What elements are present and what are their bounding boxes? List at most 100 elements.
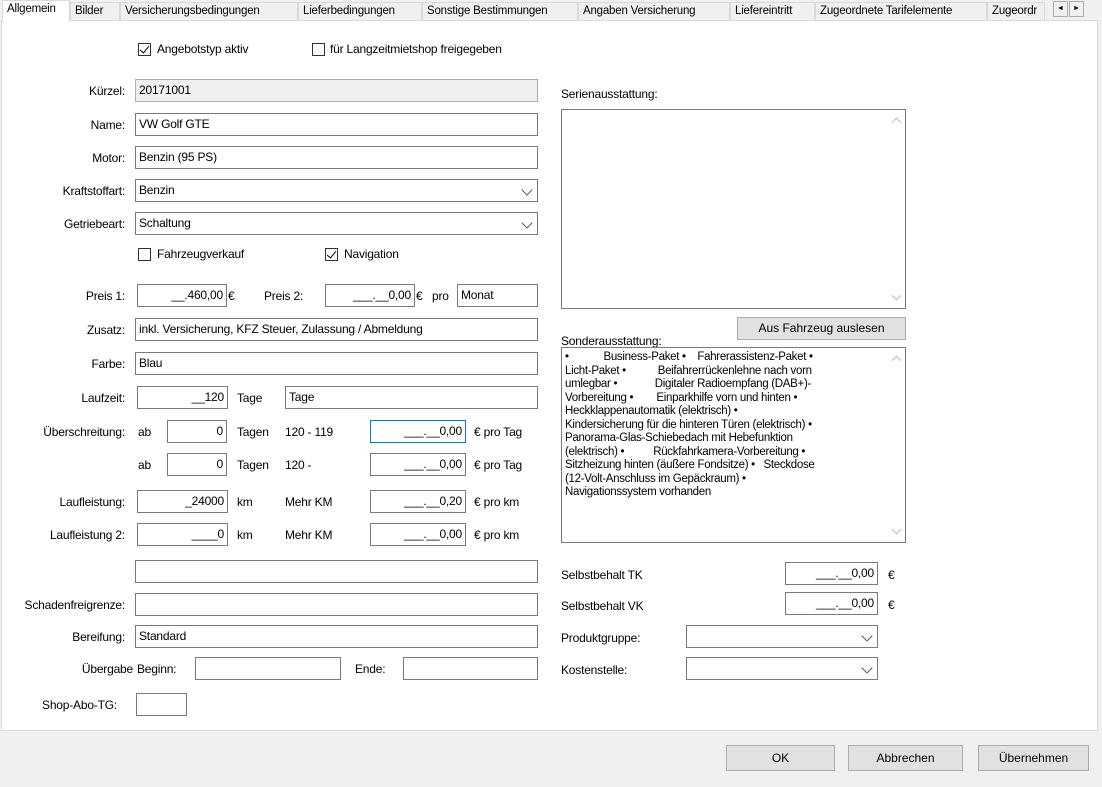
tab-sonstige-bestimmungen[interactable]: Sonstige Bestimmungen [422,2,578,20]
tab-liefereintritt[interactable]: Liefereintritt [730,2,815,20]
unlabeled-field[interactable] [135,560,538,583]
preis-period-field[interactable]: Monat [457,284,538,307]
produktgruppe-select[interactable] [686,625,878,648]
preis2-field[interactable]: ___.__0,00 [325,284,415,307]
ab-label: ab [138,458,151,472]
tab-scroll-right-icon[interactable]: ► [1069,1,1084,17]
preis1-unit: € [228,289,235,303]
preis2-label: Preis 2: [264,289,304,303]
zusatz-field[interactable]: inkl. Versicherung, KFZ Steuer, Zulassun… [135,318,538,341]
kuerzel-label: Kürzel: [89,84,125,98]
scroll-up-icon[interactable] [891,117,902,128]
chevron-down-icon [521,184,533,196]
selbstbehalt-tk-label: Selbstbehalt TK [561,568,643,582]
name-label: Name: [90,118,126,132]
ab-label: ab [138,425,151,439]
zusatz-label: Zusatz: [87,323,125,337]
navigation-checkbox[interactable] [325,248,338,261]
chevron-down-icon [861,630,873,642]
ok-button[interactable]: OK [726,745,835,771]
ueberschreitung-label: Überschreitung: [43,425,125,439]
km-label: km [237,495,253,509]
pro-km-label: € pro km [474,528,520,542]
tagen-label: Tagen [237,425,269,439]
getriebeart-value: Schaltung [139,216,191,230]
range-label: 120 - [285,458,312,472]
laufleistung2-label: Laufleistung 2: [49,528,125,542]
sonderausstattung-text: • Business-Paket • Fahrerassistenz-Paket… [565,351,815,498]
kostenstelle-label: Kostenstelle: [561,663,628,677]
bereifung-field[interactable]: Standard [135,625,538,648]
uebergabe-ende-field[interactable] [403,657,538,680]
ueberschreitung-price-field[interactable]: ___.__0,00 [370,420,466,443]
selbstbehalt-vk-field[interactable]: ___.__0,00 [785,592,878,615]
schadenfreigrenze-field[interactable] [135,593,538,616]
tab-allgemein[interactable]: Allgemein [2,0,70,22]
mehr-km-price-field[interactable]: ___.__0,20 [370,490,466,513]
sonderausstattung-textarea[interactable]: • Business-Paket • Fahrerassistenz-Paket… [561,347,906,543]
laufzeit-unit-field[interactable]: Tage [285,386,538,409]
serienausstattung-textarea[interactable] [561,109,906,309]
scroll-down-icon[interactable] [891,290,902,301]
farbe-field[interactable]: Blau [135,352,538,375]
abbrechen-button[interactable]: Abbrechen [848,745,963,771]
tab-bilder[interactable]: Bilder [70,2,120,20]
chevron-down-icon [861,662,873,674]
navigation-label: Navigation [344,247,399,261]
ueberschreitung-ab-field-2[interactable]: 0 [167,453,227,476]
preis1-field[interactable]: __.460,00 [137,284,227,307]
pro-tag-label: € pro Tag [474,425,523,439]
kraftstoffart-value: Benzin [139,183,175,197]
laufleistung-field[interactable]: _24000 [137,490,228,513]
produktgruppe-label: Produktgruppe: [561,631,641,645]
preis1-label: Preis 1: [85,289,125,303]
kostenstelle-select[interactable] [686,657,878,680]
getriebeart-select[interactable]: Schaltung [135,212,538,235]
scroll-up-icon[interactable] [891,355,902,366]
selbstbehalt-tk-field[interactable]: ___.__0,00 [785,562,878,585]
pro-label: pro [432,289,449,303]
kraftstoffart-select[interactable]: Benzin [135,179,538,202]
tab-versicherungsbedingungen[interactable]: Versicherungsbedingungen [120,2,298,20]
ueberschreitung-ab-field[interactable]: 0 [167,420,227,443]
name-field[interactable]: VW Golf GTE [135,113,538,136]
preis2-unit: € [416,289,423,303]
laufleistung2-field[interactable]: ____0 [137,523,228,546]
angebotstyp-aktiv-checkbox[interactable] [138,43,151,56]
farbe-label: Farbe: [91,357,126,371]
getriebeart-label: Getriebeart: [64,217,125,231]
fahrzeugverkauf-label: Fahrzeugverkauf [157,247,245,261]
tab-scroll-left-icon[interactable]: ◄ [1053,1,1068,17]
scrollbar[interactable] [888,110,905,308]
scrollbar[interactable] [888,348,905,542]
ende-label: Ende: [355,662,386,676]
tab-lieferbedingungen[interactable]: Lieferbedingungen [298,2,422,20]
laufzeit-field[interactable]: __120 [137,386,228,409]
laufleistung-label: Laufleistung: [59,495,126,509]
tagen-label: Tagen [237,458,269,472]
pro-tag-label: € pro Tag [474,458,523,472]
selbstbehalt-vk-unit: € [888,598,895,612]
uebergabe-beginn-field[interactable] [195,657,341,680]
kuerzel-field[interactable]: 20171001 [135,79,538,102]
tab-angaben-versicherung[interactable]: Angaben Versicherung [578,2,730,20]
beginn-label: Beginn: [137,662,177,676]
ueberschreitung-price-field-2[interactable]: ___.__0,00 [370,453,466,476]
chevron-down-icon [521,217,533,229]
uebergabe-label: Übergabe [81,662,133,676]
langzeitmietshop-checkbox[interactable] [312,43,325,56]
aus-fahrzeug-auslesen-button[interactable]: Aus Fahrzeug auslesen [737,317,906,340]
mehr-km-label: Mehr KM [285,495,333,509]
mehr-km-price-field-2[interactable]: ___.__0,00 [370,523,466,546]
serienausstattung-label: Serienausstattung: [561,87,658,101]
uebernehmen-button[interactable]: Übernehmen [978,745,1089,771]
tab-zugeordr[interactable]: Zugeordr [987,2,1045,20]
bereifung-label: Bereifung: [72,630,125,644]
shop-abo-tg-field[interactable] [136,693,187,716]
fahrzeugverkauf-checkbox[interactable] [138,248,151,261]
scroll-down-icon[interactable] [891,524,902,535]
tab-zugeordnete-tarifelemente[interactable]: Zugeordnete Tarifelemente [815,2,987,20]
motor-field[interactable]: Benzin (95 PS) [135,146,538,169]
mehr-km-label: Mehr KM [285,528,333,542]
selbstbehalt-vk-label: Selbstbehalt VK [561,599,644,613]
